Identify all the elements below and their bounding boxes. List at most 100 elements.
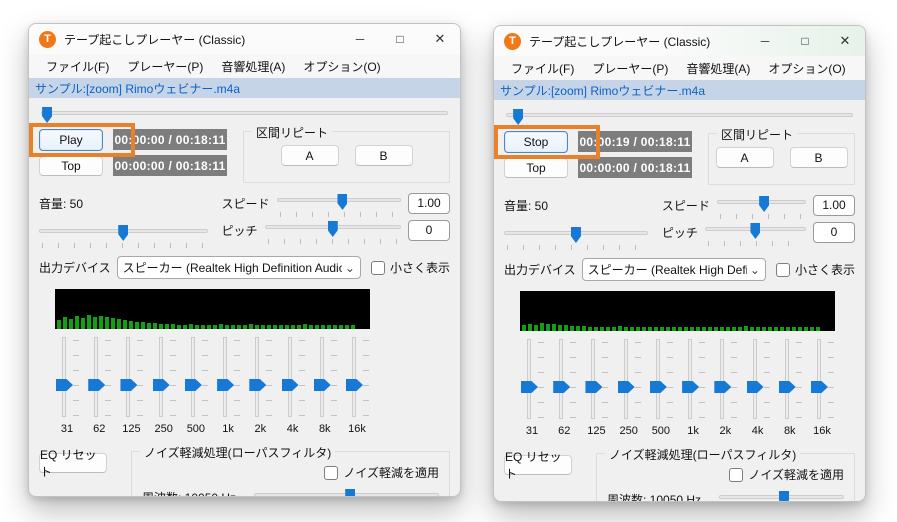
speed-value[interactable]: 1.00	[813, 195, 855, 216]
seek-track[interactable]	[506, 113, 853, 117]
speed-thumb[interactable]	[337, 194, 347, 210]
eq-slider-1k[interactable]: 1k	[214, 337, 242, 437]
speed-thumb[interactable]	[759, 196, 769, 212]
eq-track[interactable]	[255, 337, 259, 417]
seek-track[interactable]	[41, 111, 448, 115]
volume-slider[interactable]	[39, 224, 208, 248]
eq-thumb[interactable]	[585, 381, 602, 393]
frequency-slider[interactable]	[254, 488, 439, 497]
volume-thumb[interactable]	[571, 227, 581, 243]
eq-thumb[interactable]	[88, 379, 105, 391]
eq-track[interactable]	[159, 337, 163, 417]
menu-player[interactable]: プレーヤー(P)	[118, 58, 212, 75]
eq-reset-button[interactable]: EQ リセット	[39, 453, 107, 473]
eq-track[interactable]	[656, 339, 660, 419]
eq-slider-2k[interactable]: 2k	[246, 337, 274, 437]
output-device-combobox[interactable]: スピーカー (Realtek High Definition Audio(S ⌄	[117, 256, 361, 279]
eq-track[interactable]	[559, 339, 563, 419]
eq-track[interactable]	[288, 337, 292, 417]
frequency-thumb[interactable]	[779, 491, 789, 502]
eq-thumb[interactable]	[650, 381, 667, 393]
repeat-a-button[interactable]: A	[716, 147, 774, 168]
eq-thumb[interactable]	[521, 381, 538, 393]
close-button[interactable]: ✕	[825, 26, 865, 56]
volume-thumb[interactable]	[118, 225, 128, 241]
eq-track[interactable]	[62, 337, 66, 417]
titlebar[interactable]: T テープ起こしプレーヤー (Classic) ─ □ ✕	[494, 26, 865, 56]
eq-track[interactable]	[527, 339, 531, 419]
eq-track[interactable]	[126, 337, 130, 417]
eq-thumb[interactable]	[779, 381, 796, 393]
eq-track[interactable]	[688, 339, 692, 419]
eq-track[interactable]	[720, 339, 724, 419]
speed-slider[interactable]	[717, 195, 806, 219]
titlebar[interactable]: T テープ起こしプレーヤー (Classic) ─ □ ✕	[29, 24, 460, 54]
output-device-combobox[interactable]: スピーカー (Realtek High Definition Audio(S ⌄	[582, 258, 766, 281]
eq-slider-31[interactable]: 31	[518, 339, 546, 439]
repeat-b-button[interactable]: B	[790, 147, 848, 168]
speed-value[interactable]: 1.00	[408, 193, 450, 214]
eq-thumb[interactable]	[185, 379, 202, 391]
noise-apply-checkbox[interactable]	[324, 466, 338, 480]
eq-track[interactable]	[817, 339, 821, 419]
seek-slider[interactable]	[41, 106, 448, 123]
eq-slider-500[interactable]: 500	[647, 339, 675, 439]
frequency-thumb[interactable]	[345, 489, 355, 497]
small-view-checkbox[interactable]	[776, 263, 790, 277]
eq-thumb[interactable]	[747, 381, 764, 393]
menu-audio-processing[interactable]: 音響処理(A)	[212, 58, 294, 75]
menu-file[interactable]: ファイル(F)	[502, 60, 583, 77]
eq-thumb[interactable]	[282, 379, 299, 391]
eq-slider-8k[interactable]: 8k	[776, 339, 804, 439]
eq-slider-4k[interactable]: 4k	[279, 337, 307, 437]
eq-track[interactable]	[753, 339, 757, 419]
eq-track[interactable]	[94, 337, 98, 417]
eq-thumb[interactable]	[682, 381, 699, 393]
menu-options[interactable]: オプション(O)	[294, 58, 389, 75]
top-button[interactable]: Top	[39, 156, 103, 176]
eq-track[interactable]	[352, 337, 356, 417]
repeat-b-button[interactable]: B	[355, 145, 413, 166]
eq-slider-125[interactable]: 125	[117, 337, 145, 437]
eq-slider-2k[interactable]: 2k	[711, 339, 739, 439]
pitch-slider[interactable]	[265, 220, 401, 244]
play-button[interactable]: Play	[39, 129, 103, 151]
seek-thumb[interactable]	[42, 107, 52, 123]
eq-thumb[interactable]	[618, 381, 635, 393]
pitch-value[interactable]: 0	[813, 222, 855, 243]
eq-thumb[interactable]	[120, 379, 137, 391]
maximize-button[interactable]: □	[380, 24, 420, 54]
eq-slider-62[interactable]: 62	[85, 337, 113, 437]
stop-button[interactable]: Stop	[504, 131, 568, 153]
noise-apply-checkbox[interactable]	[729, 468, 743, 482]
eq-thumb[interactable]	[714, 381, 731, 393]
volume-slider[interactable]	[504, 226, 648, 250]
pitch-value[interactable]: 0	[408, 220, 450, 241]
seek-thumb[interactable]	[513, 109, 523, 125]
minimize-button[interactable]: ─	[745, 26, 785, 56]
menu-options[interactable]: オプション(O)	[759, 60, 854, 77]
eq-slider-31[interactable]: 31	[53, 337, 81, 437]
maximize-button[interactable]: □	[785, 26, 825, 56]
eq-track[interactable]	[320, 337, 324, 417]
eq-thumb[interactable]	[217, 379, 234, 391]
seek-slider[interactable]	[506, 108, 853, 125]
eq-slider-8k[interactable]: 8k	[311, 337, 339, 437]
top-button[interactable]: Top	[504, 158, 568, 178]
eq-track[interactable]	[591, 339, 595, 419]
eq-thumb[interactable]	[56, 379, 73, 391]
menu-audio-processing[interactable]: 音響処理(A)	[677, 60, 759, 77]
small-view-checkbox[interactable]	[371, 261, 385, 275]
eq-reset-button[interactable]: EQ リセット	[504, 455, 572, 475]
eq-thumb[interactable]	[553, 381, 570, 393]
eq-slider-16k[interactable]: 16k	[808, 339, 836, 439]
eq-thumb[interactable]	[249, 379, 266, 391]
speed-slider[interactable]	[277, 193, 401, 217]
eq-track[interactable]	[223, 337, 227, 417]
menu-file[interactable]: ファイル(F)	[37, 58, 118, 75]
pitch-thumb[interactable]	[328, 221, 338, 237]
close-button[interactable]: ✕	[420, 24, 460, 54]
eq-slider-16k[interactable]: 16k	[343, 337, 371, 437]
pitch-thumb[interactable]	[750, 223, 760, 239]
eq-thumb[interactable]	[346, 379, 363, 391]
